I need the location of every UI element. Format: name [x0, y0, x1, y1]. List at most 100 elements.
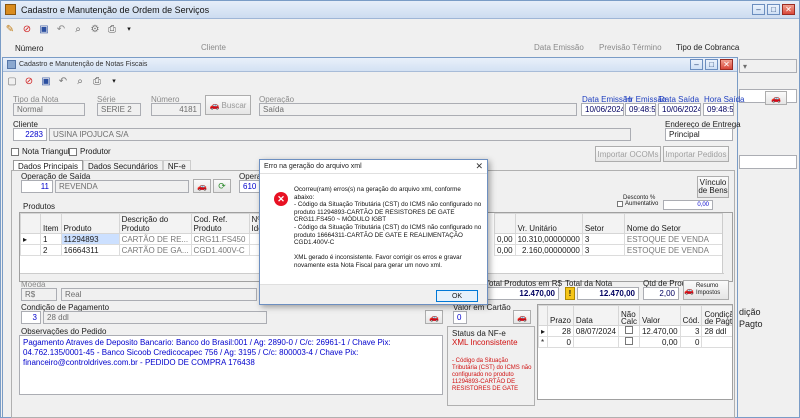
right-car-button[interactable]: 🚗: [765, 91, 787, 105]
cell-nao-calc[interactable]: [617, 336, 640, 348]
dialog-close-icon[interactable]: ✕: [475, 161, 483, 172]
table-row[interactable]: ▸ 1 11294893 CARTÃO DE RE... CRG11.FS450: [20, 233, 300, 245]
delete-icon[interactable]: ⊘: [20, 22, 34, 36]
col-nao-calc[interactable]: Não Calc: [617, 305, 640, 326]
payment-grid: Prazo Data Não Calc Valor Cód. Condição …: [537, 304, 733, 400]
tool-icon[interactable]: ⚙: [88, 22, 102, 36]
nao-calc-checkbox[interactable]: [624, 337, 633, 345]
col-condicao[interactable]: Condição de Pagto: [701, 305, 732, 326]
col-valor[interactable]: Valor: [638, 305, 681, 326]
nf-window-title: Cadastro e Manutenção de Notas Fiscais: [19, 61, 148, 68]
nf-close-icon[interactable]: ✕: [720, 59, 733, 70]
nf-delete-icon[interactable]: ⊘: [22, 74, 36, 88]
col-data[interactable]: Data: [572, 305, 619, 326]
importar-ocom-button[interactable]: Importar OCOMs: [595, 146, 661, 162]
right-text-pagto: Pagto: [739, 319, 763, 329]
cell-produto[interactable]: 11294893: [60, 233, 120, 245]
operacao-select[interactable]: Saída: [259, 103, 577, 116]
right-field2[interactable]: [739, 155, 797, 169]
close-icon[interactable]: ✕: [782, 4, 795, 15]
nf-print-icon[interactable]: ⎙: [90, 74, 104, 88]
col-cod[interactable]: Cód.: [679, 305, 703, 326]
right-dropdown[interactable]: ▾: [739, 59, 797, 73]
ok-button[interactable]: OK: [436, 290, 478, 302]
endereco-select[interactable]: Principal: [665, 128, 733, 141]
condicao-name[interactable]: 28 ddl: [43, 311, 267, 324]
header-numero: Número: [15, 44, 44, 53]
importar-pedidos-button[interactable]: Importar Pedidos: [663, 146, 729, 162]
data-saida-field[interactable]: 10/06/2024: [658, 103, 701, 116]
nota-triangular-checkbox[interactable]: Nota Triangular: [11, 147, 77, 156]
col-item[interactable]: Item: [40, 213, 62, 234]
operacao-code-2[interactable]: 610: [239, 180, 261, 193]
obs-text: Pagamento Atraves de Deposito Bancario: …: [23, 338, 391, 367]
cell-cod: 0: [679, 336, 703, 348]
dropdown-icon[interactable]: ▾: [122, 22, 136, 36]
maximize-icon[interactable]: □: [767, 4, 780, 15]
undo-icon[interactable]: ↶: [54, 22, 68, 36]
nf-new-icon[interactable]: ▢: [5, 74, 19, 88]
col-descricao[interactable]: Descrição do Produto: [118, 213, 192, 234]
condicao-search[interactable]: 🚗: [425, 310, 443, 324]
table-row[interactable]: 0,00 10.310,00000000 3 ESTOQUE DE VENDA: [494, 233, 725, 245]
col-nome-setor[interactable]: Nome do Setor: [623, 213, 725, 234]
nota-triangular-box[interactable]: [11, 147, 19, 156]
nf-maximize-icon[interactable]: □: [705, 59, 718, 70]
edit-icon[interactable]: ✎: [3, 22, 17, 36]
table-row[interactable]: 2 16664311 CARTÃO DE GA... CGD1.400V-C: [20, 244, 300, 256]
col-prazo[interactable]: Prazo: [547, 305, 574, 326]
payment-search[interactable]: 🚗: [513, 310, 531, 324]
status-value: XML Inconsistente: [452, 338, 518, 347]
operacao-saida-search[interactable]: 🚗: [193, 179, 211, 193]
operacao-saida-refresh[interactable]: ⟳: [213, 179, 231, 193]
table-row[interactable]: 0,00 2.160,00000000 3 ESTOQUE DE VENDA: [494, 244, 725, 256]
nf-search-icon[interactable]: ⌕: [73, 74, 87, 88]
buscar-button[interactable]: 🚗 Buscar: [205, 95, 251, 115]
cell-nao-calc[interactable]: [617, 325, 640, 337]
col-vr-unitario[interactable]: Vr. Unitário: [514, 213, 583, 234]
save-icon[interactable]: ▣: [37, 22, 51, 36]
operacao-saida-name[interactable]: REVENDA: [55, 180, 189, 193]
hr-emissao-field[interactable]: 09:48:51: [625, 103, 656, 116]
table-row[interactable]: * 0 0,00 0: [538, 336, 732, 348]
valor-cartao-field[interactable]: 0: [453, 311, 467, 324]
moeda-name[interactable]: Real: [61, 288, 257, 301]
nf-save-icon[interactable]: ▣: [39, 74, 53, 88]
serie-select[interactable]: SERIE 2: [97, 103, 141, 116]
col-produto[interactable]: Produto: [60, 213, 120, 234]
nf-dropdown-icon[interactable]: ▾: [107, 74, 121, 88]
grid-scrollbar[interactable]: [722, 213, 732, 281]
produtor-checkbox[interactable]: Produtor: [69, 147, 111, 156]
hora-saida-field[interactable]: 09:48:51: [703, 103, 734, 116]
cliente-name-field[interactable]: USINA IPOJUCA S/A: [49, 128, 631, 141]
desconto-field[interactable]: 0,00: [663, 200, 713, 210]
numero-field[interactable]: 4181: [151, 103, 201, 116]
resumo-impostos-label: Resumo Impostos: [695, 283, 721, 296]
vinculo-bens-button[interactable]: Vínculo de Bens: [697, 176, 729, 198]
table-row[interactable]: ▸ 28 08/07/2024 12.470,00 3 28 ddl: [538, 325, 732, 337]
aumentativo-checkbox[interactable]: Aumentativo: [617, 201, 658, 207]
cell-produto[interactable]: 16664311: [60, 244, 120, 256]
col-cod-ref[interactable]: Cod. Ref. Produto: [190, 213, 250, 234]
nao-calc-checkbox[interactable]: [624, 326, 633, 334]
produtor-box[interactable]: [69, 147, 77, 156]
operacao-saida-code[interactable]: 11: [21, 180, 53, 193]
cell-zero: 0,00: [494, 244, 516, 256]
moeda-code[interactable]: R$: [21, 288, 57, 301]
condicao-code[interactable]: 3: [21, 311, 41, 324]
tipo-nota-select[interactable]: Normal: [13, 103, 85, 116]
header-previsao: Previsão Término: [599, 43, 662, 52]
col-setor[interactable]: Setor: [581, 213, 625, 234]
resumo-impostos-button[interactable]: 🚗 Resumo Impostos: [683, 280, 729, 300]
print-icon[interactable]: ⎙: [105, 22, 119, 36]
cliente-code-field[interactable]: 2283: [13, 128, 47, 141]
aumentativo-box[interactable]: [617, 201, 623, 207]
nf-undo-icon[interactable]: ↶: [56, 74, 70, 88]
obs-textarea[interactable]: Pagamento Atraves de Deposito Bancario: …: [19, 335, 443, 395]
data-emissao-field[interactable]: 10/06/2024: [581, 103, 624, 116]
search-icon[interactable]: ⌕: [71, 22, 85, 36]
nf-minimize-icon[interactable]: –: [690, 59, 703, 70]
importar-ocom-label: Importar OCOMs: [597, 149, 659, 159]
row-pointer: ▸: [538, 325, 549, 337]
minimize-icon[interactable]: –: [752, 4, 765, 15]
